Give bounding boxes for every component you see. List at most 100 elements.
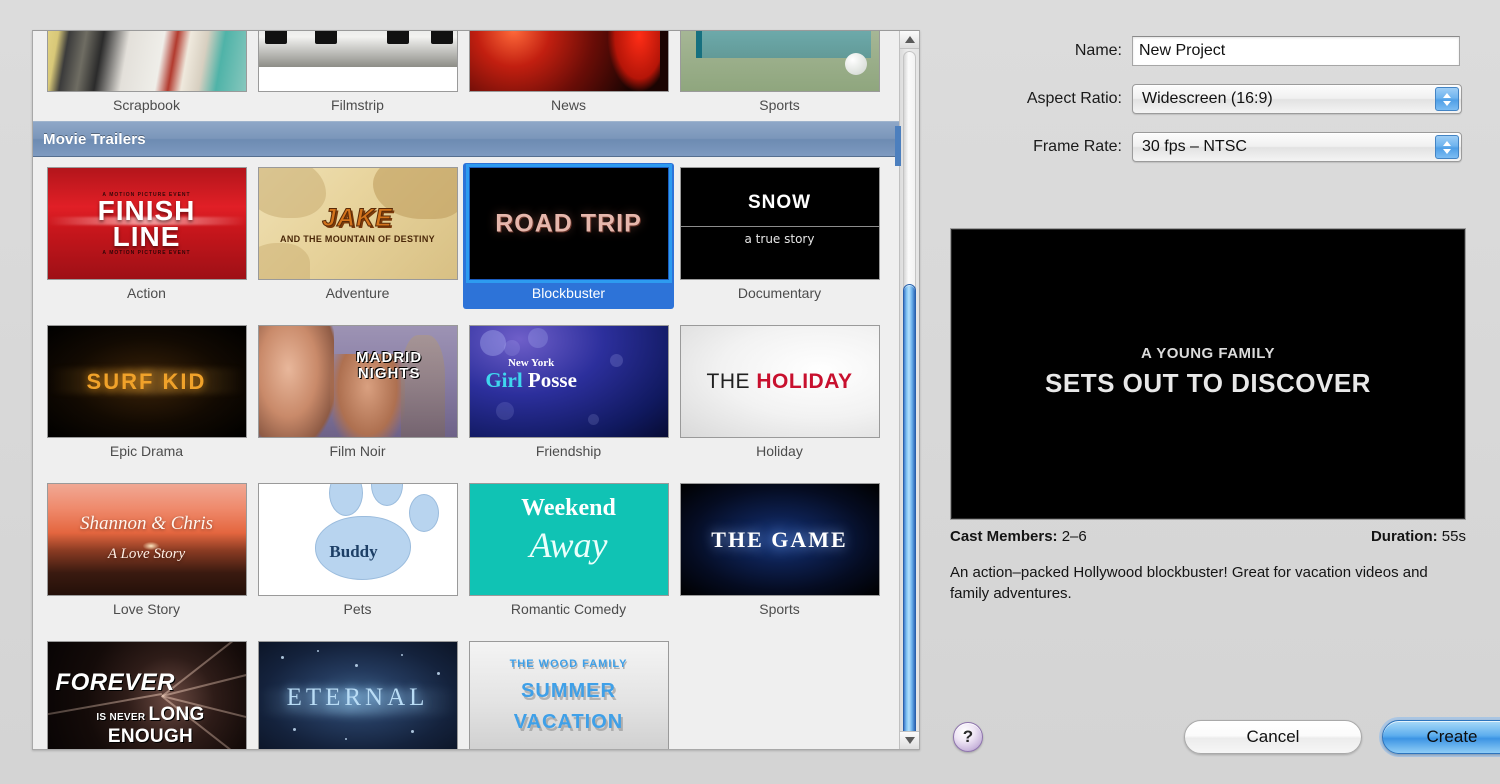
theme-preview[interactable]: A YOUNG FAMILY SETS OUT TO DISCOVER [950,228,1466,520]
theme-cell-friendship[interactable]: New York Girl Posse Friendship [463,321,674,467]
theme-thumbnail: ROAD TRIP [468,167,669,280]
theme-cell-adventure[interactable]: JAKE AND THE MOUNTAIN OF DESTINY Adventu… [252,163,463,309]
theme-thumbnail: THE GAME [679,483,880,596]
settings-pane: Name: Aspect Ratio: Widescreen (16:9) Fr… [950,0,1500,784]
theme-label: Holiday [756,443,803,459]
theme-cell-spy[interactable]: FOREVER IS NEVER LONG ENOUGH Spy [41,637,252,749]
theme-cell-scrapbook[interactable]: Scrapbook [41,31,252,121]
theme-label: Epic Drama [109,443,184,459]
duration-value: 55s [1437,528,1466,545]
artwork-text: A Love Story [107,546,186,563]
artwork-text: LINE [112,220,181,252]
preview-line-2: SETS OUT TO DISCOVER [1045,368,1371,399]
cancel-button[interactable]: Cancel [1184,720,1362,754]
create-button[interactable]: Create [1382,720,1500,754]
theme-label: Film Noir [329,443,386,459]
theme-label: Adventure [325,285,390,301]
theme-cell-film-noir[interactable]: MADRID NIGHTS Film Noir [252,321,463,467]
aspect-ratio-select[interactable]: Widescreen (16:9) [1132,84,1462,114]
chevron-updown-icon[interactable] [1435,135,1459,159]
theme-label: Sports [759,601,800,617]
artwork-text: SNOW [747,192,812,214]
theme-label: Documentary [737,285,822,301]
scroll-selection-hint [895,126,901,166]
frame-rate-label: Frame Rate: [1033,138,1122,155]
chevron-updown-icon[interactable] [1435,87,1459,111]
artwork-text: THE GAME [711,526,848,552]
theme-label: Filmstrip [331,97,384,113]
artwork-text: AND THE MOUNTAIN OF DESTINY [280,233,435,244]
theme-row-partial: Scrapbook Filmstrip News Sports [33,31,899,121]
artwork-text: NIGHTS [357,365,421,383]
theme-cell-supernatural[interactable]: ETERNAL Supernatural [252,637,463,749]
duration: Duration: 55s [1371,528,1466,545]
artwork-text: Shannon & Chris [79,512,214,534]
artwork-text: a true story [744,232,815,247]
artwork-text: FOREVER [55,668,175,696]
theme-cell-epic-drama[interactable]: SURF KID Epic Drama [41,321,252,467]
vertical-scrollbar[interactable] [895,31,919,749]
theme-cell-travel[interactable]: THE WOOD FAMILY SUMMER VACATION Travel [463,637,674,749]
frame-rate-field-row: Frame Rate: 30 fps – NTSC [950,132,1462,162]
artwork-text: Posse [527,368,577,393]
artwork-text: JAKE [322,203,393,232]
name-field-row: Name: [950,36,1460,66]
theme-label: Love Story [113,601,180,617]
theme-thumbnail [257,31,458,92]
section-header-movie-trailers: Movie Trailers [33,121,899,157]
artwork-text: Weekend [521,495,616,522]
theme-thumbnail [468,31,669,92]
theme-thumbnail: ETERNAL [257,641,458,749]
theme-thumbnail: SURF KID [46,325,247,438]
artwork-text: LONG ENOUGH [107,704,205,748]
theme-cell-filmstrip[interactable]: Filmstrip [252,31,463,121]
theme-thumbnail: THE WOOD FAMILY SUMMER VACATION [468,641,669,749]
artwork-text: ETERNAL [286,683,429,711]
theme-thumbnail [679,31,880,92]
theme-cell-romantic-comedy[interactable]: Weekend Away Romantic Comedy [463,479,674,625]
theme-cell-blockbuster[interactable]: ROAD TRIP Blockbuster [463,163,674,309]
theme-cell-love-story[interactable]: Shannon & Chris A Love Story Love Story [41,479,252,625]
artwork-text: Away [529,525,608,566]
theme-label: Sports [759,97,800,113]
aspect-ratio-label: Aspect Ratio: [1026,90,1122,107]
cast-members-value: 2–6 [1057,528,1087,545]
theme-thumbnail [46,31,247,92]
theme-cell-news[interactable]: News [463,31,674,121]
theme-label: Action [127,285,166,301]
artwork-text: SURF KID [86,368,207,394]
theme-label: Friendship [535,443,602,459]
theme-label: Scrapbook [113,97,180,113]
artwork-text: A MOTION PICTURE EVENT [102,191,191,198]
theme-cell-pets[interactable]: Buddy Pets [252,479,463,625]
theme-cell-sports[interactable]: THE GAME Sports [674,479,885,625]
preview-line-1: A YOUNG FAMILY [1141,345,1275,362]
theme-meta-row: Cast Members: 2–6 Duration: 55s [950,528,1466,545]
theme-thumbnail: FOREVER IS NEVER LONG ENOUGH [46,641,247,749]
frame-rate-value: 30 fps – NTSC [1142,138,1247,155]
name-label: Name: [1074,42,1122,59]
theme-row: FOREVER IS NEVER LONG ENOUGH Spy [33,625,899,749]
frame-rate-select[interactable]: 30 fps – NTSC [1132,132,1462,162]
theme-cell-documentary[interactable]: SNOW a true story Documentary [674,163,885,309]
artwork-text: A MOTION PICTURE EVENT [102,249,191,256]
theme-cell-sports-top[interactable]: Sports [674,31,885,121]
cast-members: Cast Members: 2–6 [950,528,1087,545]
theme-cell-action[interactable]: A MOTION PICTURE EVENT FINISH LINE A MOT… [41,163,252,309]
theme-thumbnail: SNOW a true story [679,167,880,280]
help-button[interactable]: ? [953,722,983,752]
scroll-down-arrow-icon[interactable] [900,731,919,749]
scroll-up-arrow-icon[interactable] [900,31,919,49]
artwork-text: Buddy [329,541,378,561]
theme-cell-holiday[interactable]: THE HOLIDAY Holiday [674,321,885,467]
theme-row: A MOTION PICTURE EVENT FINISH LINE A MOT… [33,157,899,309]
theme-thumbnail: Shannon & Chris A Love Story [46,483,247,596]
artwork-text: THE WOOD FAMILY [509,657,628,670]
theme-browser[interactable]: Scrapbook Filmstrip News Sports Movie Tr… [32,30,920,750]
theme-browser-scroll-content: Scrapbook Filmstrip News Sports Movie Tr… [33,31,899,749]
project-name-input[interactable] [1132,36,1460,66]
duration-label: Duration: [1370,528,1438,545]
artwork-text: VACATION [513,710,624,733]
cast-members-label: Cast Members: [950,528,1058,545]
scrollbar-thumb[interactable] [903,284,916,746]
